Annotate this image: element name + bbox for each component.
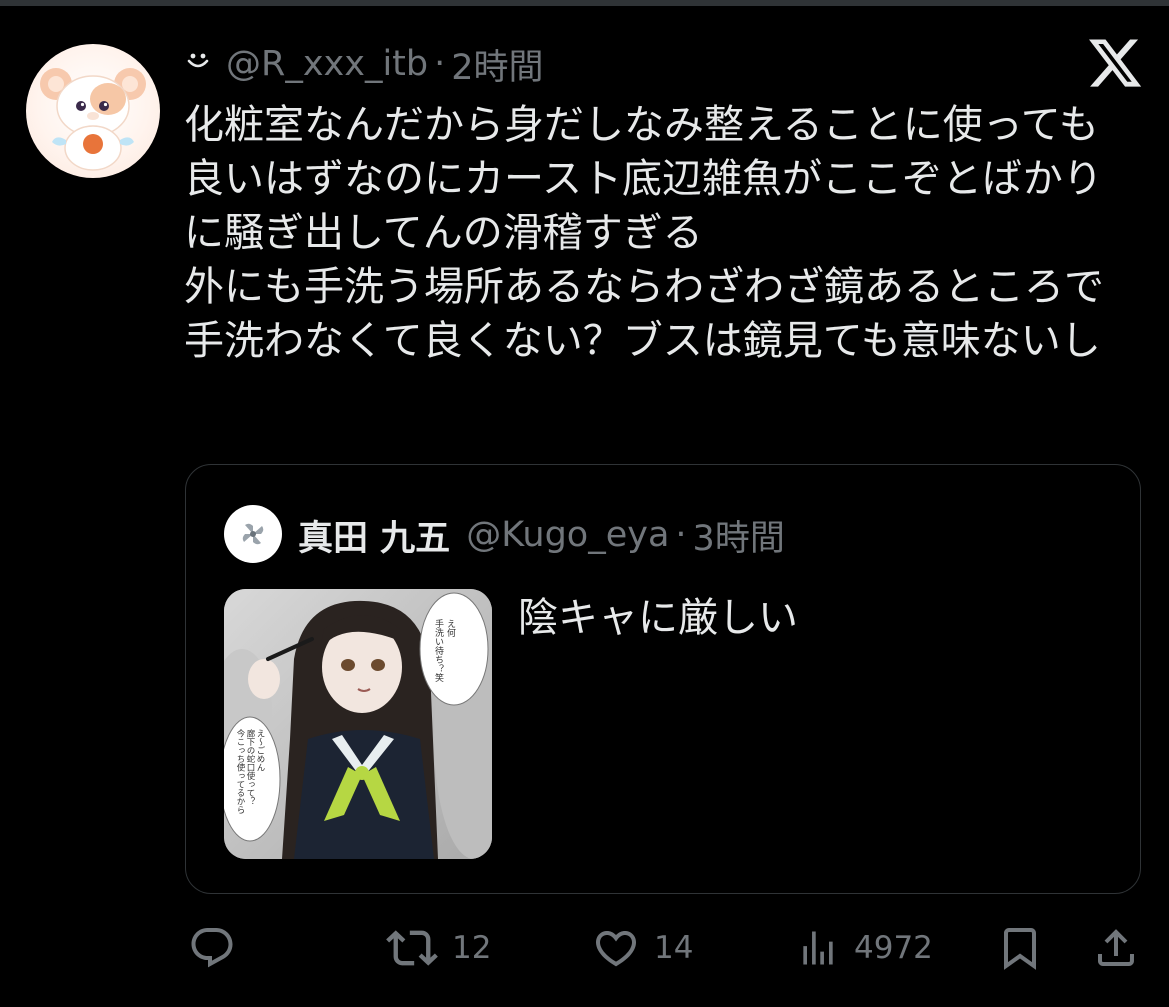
retweet-button[interactable]: 12 [386,918,491,978]
x-logo-icon [1086,34,1144,92]
separator-dot: · [434,44,446,84]
separator-dot: · [675,515,687,555]
smile-icon [184,46,212,82]
views-icon [803,931,833,965]
quoted-image[interactable]: え何 手洗い待ち？笑 え～ごめん 廊下の蛇口使って？ 今こっち使ってるから [224,589,492,859]
user-avatar[interactable] [26,44,160,178]
flower-avatar-icon [242,523,264,545]
svg-text:今こっち使ってるから: 今こっち使ってるから [235,728,245,814]
views-button[interactable]: 4972 [796,918,933,978]
like-count: 14 [654,930,694,966]
tweet-text: 化粧室なんだから身だしなみ整えることに使っても良いはずなのにカースト底辺雑魚がこ… [184,102,1104,364]
heart-icon [595,931,637,967]
quoted-header: 真田 九五 @Kugo_eya · 3時間 [298,507,785,563]
share-button[interactable] [1092,918,1140,978]
manga-illustration: え何 手洗い待ち？笑 え～ごめん 廊下の蛇口使って？ 今こっち使ってるから [224,589,492,859]
svg-text:え～ごめん: え～ごめん [255,729,265,772]
svg-text:え何: え何 [445,619,456,637]
top-divider [0,0,1169,6]
svg-text:手洗い待ち？笑: 手洗い待ち？笑 [433,618,444,683]
quoted-tweet[interactable]: 真田 九五 @Kugo_eya · 3時間 え何 手洗い待ち？笑 え～ごめん 廊… [185,464,1141,894]
svg-text:廊下の蛇口使って？: 廊下の蛇口使って？ [245,728,255,805]
bear-avatar-icon [40,68,146,171]
reply-button[interactable] [188,918,250,978]
action-bar: 12 14 4972 [0,918,1169,978]
quoted-time[interactable]: 3時間 [693,510,785,561]
bookmark-icon [1004,928,1036,970]
tweet-header: @R_xxx_itb · 2時間 [184,38,544,90]
reply-icon [191,928,233,968]
bookmark-button[interactable] [996,918,1044,978]
retweet-count: 12 [452,930,492,966]
share-icon [1098,929,1134,966]
quoted-display-name[interactable]: 真田 九五 [298,510,450,561]
quoted-user-avatar[interactable] [224,505,282,563]
views-count: 4972 [854,930,933,966]
quoted-text: 陰キャに厳しい [518,595,798,641]
quoted-handle[interactable]: @Kugo_eya [466,515,669,555]
like-button[interactable]: 14 [592,918,693,978]
retweet-icon [386,930,438,966]
tweet-time[interactable]: 2時間 [451,39,543,90]
user-handle[interactable]: @R_xxx_itb [226,44,428,84]
